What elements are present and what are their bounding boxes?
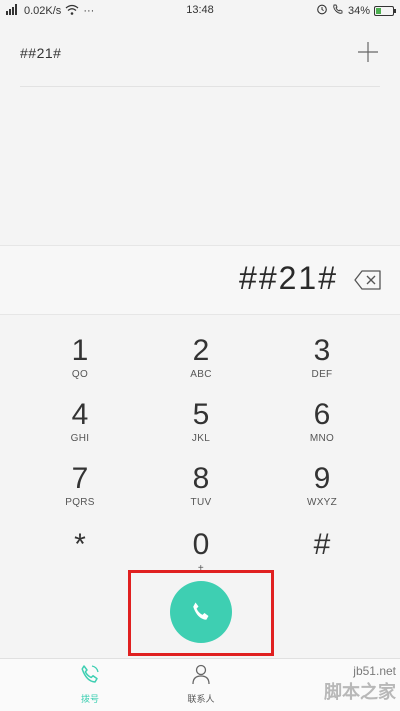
key-2[interactable]: 2 ABC bbox=[151, 334, 251, 396]
key-3[interactable]: 3 DEF bbox=[272, 334, 372, 396]
backspace-icon bbox=[354, 270, 381, 290]
key-letters: DEF bbox=[311, 369, 333, 380]
battery-level bbox=[376, 7, 381, 14]
key-digit: 8 bbox=[192, 462, 210, 495]
call-status-icon bbox=[332, 3, 344, 18]
key-8[interactable]: 8 TUV bbox=[151, 462, 251, 524]
key-4[interactable]: 4 GHI bbox=[30, 398, 130, 460]
status-bar: 0.02K/s ··· 13:48 34% bbox=[0, 0, 400, 22]
key-digit: * bbox=[74, 528, 86, 561]
key-letters: MNO bbox=[309, 433, 335, 444]
clock: 13:48 bbox=[186, 4, 214, 16]
key-letters: TUV bbox=[190, 497, 212, 508]
tab-contacts-label: 联系人 bbox=[187, 694, 215, 704]
person-icon bbox=[192, 664, 210, 685]
dialed-number: ##21# bbox=[239, 260, 338, 296]
battery-percent: 34% bbox=[347, 4, 370, 17]
key-letters: GHI bbox=[70, 433, 90, 444]
search-input[interactable]: ##21# bbox=[20, 45, 61, 61]
key-letters: PQRS bbox=[65, 497, 95, 508]
key-digit: 1 bbox=[71, 334, 89, 367]
phone-icon bbox=[81, 665, 99, 683]
number-display: ##21# bbox=[0, 245, 400, 315]
battery-icon bbox=[374, 5, 396, 16]
watermark-brand: 脚本之家 bbox=[324, 682, 396, 702]
key-digit: 6 bbox=[313, 398, 331, 431]
add-contact-button[interactable] bbox=[356, 40, 380, 64]
key-digit: 2 bbox=[192, 334, 210, 367]
tab-dial[interactable]: 拨号 bbox=[50, 663, 130, 705]
voicemail-label: QO bbox=[71, 369, 89, 380]
key-digit: 3 bbox=[313, 334, 331, 367]
key-9[interactable]: 9 WXYZ bbox=[272, 462, 372, 524]
key-1[interactable]: 1 QO bbox=[30, 334, 130, 396]
watermark: jb51.net 脚本之家 bbox=[246, 664, 396, 708]
phone-icon bbox=[193, 602, 209, 620]
tab-dial-label: 拨号 bbox=[80, 694, 99, 704]
key-digit: 4 bbox=[71, 398, 89, 431]
key-letters: WXYZ bbox=[306, 497, 338, 508]
call-button[interactable] bbox=[170, 581, 232, 643]
key-letters: JKL bbox=[191, 433, 211, 444]
watermark-url: jb51.net bbox=[353, 664, 396, 678]
call-button-highlight bbox=[128, 570, 274, 656]
key-digit: 0 bbox=[192, 528, 210, 561]
key-6[interactable]: 6 MNO bbox=[272, 398, 372, 460]
key-7[interactable]: 7 PQRS bbox=[30, 462, 130, 524]
key-letters: ABC bbox=[190, 369, 212, 380]
key-hash[interactable]: # bbox=[272, 528, 372, 590]
search-row[interactable]: ##21# bbox=[20, 36, 380, 87]
plus-icon bbox=[358, 42, 378, 62]
tab-contacts[interactable]: 联系人 bbox=[161, 663, 241, 705]
results-panel bbox=[0, 87, 400, 245]
key-digit: 5 bbox=[192, 398, 210, 431]
key-digit: 7 bbox=[71, 462, 89, 495]
backspace-button[interactable] bbox=[354, 270, 382, 290]
key-digit: 9 bbox=[313, 462, 331, 495]
key-star[interactable]: * bbox=[30, 528, 130, 590]
key-digit: # bbox=[313, 528, 331, 561]
alarm-icon bbox=[316, 3, 328, 18]
key-5[interactable]: 5 JKL bbox=[151, 398, 251, 460]
